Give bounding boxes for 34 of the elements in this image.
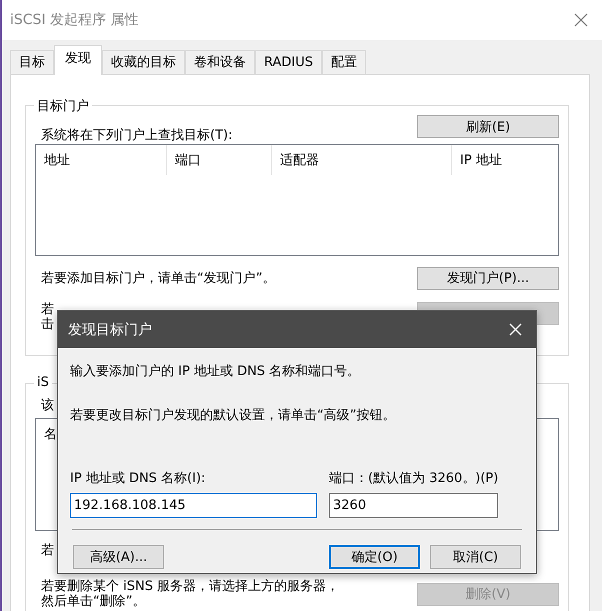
address-field[interactable]: 192.168.108.145	[70, 493, 317, 518]
portal-list[interactable]: 地址 端口 适配器 IP 地址	[35, 144, 559, 256]
hint-text: 然后单击“删除”。	[41, 594, 146, 609]
dialog-title: 发现目标门户	[68, 320, 152, 338]
hint-text: 若	[41, 302, 54, 317]
refresh-button[interactable]: 刷新(E)	[417, 115, 559, 138]
hint-text: 若要删除某个 iSNS 服务器，请选择上方的服务器，	[41, 579, 340, 594]
dialog-button[interactable]: 高级(A)...	[73, 545, 164, 569]
discover-portal-button[interactable]: 发现门户(P)...	[417, 266, 559, 290]
tab[interactable]: 目标	[10, 50, 54, 74]
hint-text: 击	[41, 317, 54, 332]
tab[interactable]: 卷和设备	[185, 50, 255, 74]
hint-text: 若	[40, 542, 54, 560]
window-title: iSCSI 发起程序 属性	[10, 11, 138, 29]
instruction-text: 若要更改目标门户发现的默认设置，请单击“高级”按钮。	[70, 407, 396, 424]
tab[interactable]: 发现	[54, 45, 102, 75]
tab[interactable]: RADIUS	[255, 50, 322, 74]
instruction-text: 输入要添加门户的 IP 地址或 DNS 名称和端口号。	[70, 363, 362, 380]
field-label: 端口：(默认值为 3260。)(P)	[329, 470, 498, 487]
ok-button[interactable]: 确定(O)	[329, 545, 420, 569]
hint-text: 若要添加目标门户，请单击“发现门户”。	[40, 270, 276, 287]
column-header[interactable]: 适配器	[272, 145, 452, 175]
list-label: 该	[40, 397, 54, 415]
dialog-button[interactable]: 取消(C)	[430, 545, 521, 569]
list-label: 系统将在下列门户上查找目标(T):	[40, 127, 232, 144]
port-field[interactable]: 3260	[329, 493, 498, 518]
column-header[interactable]: 地址	[36, 145, 167, 175]
field-label: IP 地址或 DNS 名称(I):	[70, 470, 206, 487]
column-header[interactable]: 端口	[167, 145, 272, 175]
group-title: 目标门户	[34, 97, 92, 115]
close-icon[interactable]	[574, 13, 588, 27]
tab[interactable]: 收藏的目标	[102, 50, 185, 74]
tab[interactable]: 配置	[322, 50, 366, 74]
column-header[interactable]: IP 地址	[452, 145, 552, 175]
